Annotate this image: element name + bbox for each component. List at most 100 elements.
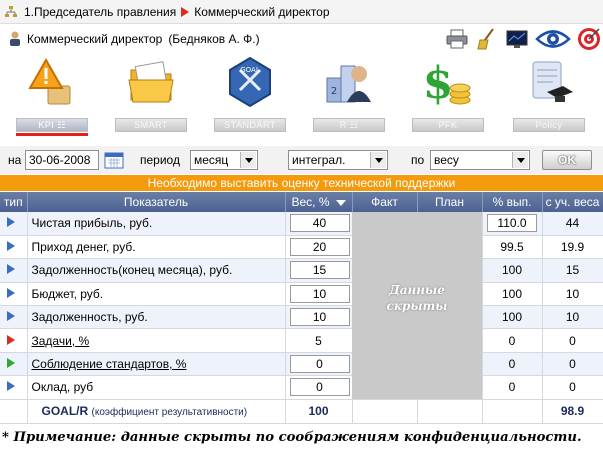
- diploma-icon: [532, 61, 573, 102]
- col-fact: Факт: [352, 192, 418, 212]
- table-row: Оклад, руб 0 0 0: [0, 375, 603, 400]
- goal-badge-icon: GOAL: [229, 56, 271, 108]
- breadcrumb-level2[interactable]: Коммерческий директор: [194, 5, 329, 19]
- row-link-tasks[interactable]: Задачи, %: [32, 334, 90, 348]
- filter-row: на 30-06-2008 период месяц интеграл. по …: [0, 146, 603, 174]
- clear-button[interactable]: [475, 27, 499, 51]
- blue-marker-icon: [7, 264, 15, 275]
- row-name: Чистая прибыль, руб.: [27, 212, 286, 236]
- target-button[interactable]: [577, 27, 601, 51]
- row-name: Бюджет, руб.: [27, 282, 286, 307]
- hidden-data-label: Данные скрыты: [386, 283, 448, 313]
- row-name: Задолженность(конец месяца), руб.: [27, 258, 286, 283]
- dollar-coins-icon: $: [424, 58, 471, 108]
- pct-input[interactable]: 110.0: [487, 214, 537, 233]
- module-smart[interactable]: SMART: [115, 56, 187, 136]
- mode-select-value: интеграл.: [292, 153, 346, 167]
- period-select[interactable]: месяц: [190, 150, 258, 170]
- weighted-value: 44: [542, 212, 603, 236]
- table-row: Задачи, % 5 0 0: [0, 328, 603, 353]
- pct-value: 0: [482, 375, 543, 400]
- total-weighted: 98.9: [542, 398, 603, 424]
- blue-marker-icon: [7, 381, 15, 392]
- col-weight-label: Вес, %: [291, 195, 330, 209]
- ok-button[interactable]: OK: [542, 150, 592, 170]
- weight-input[interactable]: 10: [289, 308, 350, 327]
- folders-icon: [128, 61, 174, 103]
- table-row: Бюджет, руб. 10 100 10: [0, 282, 603, 307]
- table-row: Приход денег, руб. 20 99.5 19.9: [0, 235, 603, 260]
- print-button[interactable]: [445, 27, 469, 51]
- pct-value: 100: [482, 305, 543, 330]
- module-bar: KPI ☷ SMART GOAL STANDART 2 R ☷ $ PFK Po…: [0, 56, 603, 136]
- footnote: * Примечание: данные скрыты по соображен…: [2, 430, 582, 445]
- hidden-data-overlay: Данные скрыты: [352, 212, 482, 399]
- weighted-value: 10: [542, 282, 603, 307]
- col-indicator: Показатель: [27, 192, 286, 212]
- alert-banner: Необходимо выставить оценку технической …: [0, 175, 603, 191]
- total-weight: 100: [285, 398, 353, 424]
- module-kpi[interactable]: KPI ☷: [16, 56, 88, 136]
- row-name: Оклад, руб: [27, 375, 286, 400]
- table-row: Задолженность(конец месяца), руб. 15 100…: [0, 258, 603, 283]
- monitor-icon: [506, 30, 528, 48]
- weight-input[interactable]: 20: [289, 238, 350, 257]
- svg-text:2: 2: [331, 86, 337, 97]
- blue-marker-icon: [7, 311, 15, 322]
- table-row: Чистая прибыль, руб. 40 110.0 44: [0, 212, 603, 236]
- blue-marker-icon: [7, 241, 15, 252]
- weight-input[interactable]: 0: [289, 355, 350, 374]
- date-input[interactable]: 30-06-2008: [25, 150, 99, 170]
- weighted-value: 15: [542, 258, 603, 283]
- row-name: Приход денег, руб.: [27, 235, 286, 260]
- kpi-table: тип Показатель Вес, % Факт План % вып. с…: [0, 192, 603, 424]
- kpi-warning-icon: [28, 57, 71, 105]
- pct-value: 100: [482, 282, 543, 307]
- view-button[interactable]: [535, 27, 571, 51]
- target-icon: [578, 28, 600, 50]
- svg-text:GOAL: GOAL: [240, 66, 260, 74]
- weight-input[interactable]: 10: [289, 284, 350, 303]
- total-row: GOAL/R (коэффициент результативности) 10…: [0, 398, 603, 424]
- org-chart-icon: [5, 5, 17, 17]
- col-weight[interactable]: Вес, %: [285, 192, 353, 212]
- green-marker-icon: [7, 358, 15, 369]
- total-label: GOAL/R: [41, 404, 89, 419]
- weight-value: 5: [285, 328, 353, 353]
- weight-input[interactable]: 15: [289, 261, 350, 280]
- weight-input[interactable]: 0: [289, 378, 350, 397]
- by-select-value: весу: [434, 153, 459, 167]
- pct-value: 99.5: [482, 235, 543, 260]
- calendar-icon[interactable]: [104, 151, 124, 169]
- module-smart-label: SMART: [115, 118, 187, 132]
- module-standart[interactable]: GOAL STANDART: [214, 56, 286, 136]
- row-name: Задолженность, руб.: [27, 305, 286, 330]
- breadcrumb-level1[interactable]: 1.Председатель правления: [24, 5, 176, 19]
- page-title: Коммерческий директор: [27, 32, 163, 46]
- mode-select[interactable]: интеграл.: [288, 150, 388, 170]
- weight-input[interactable]: 40: [289, 214, 350, 233]
- module-r[interactable]: 2 R ☷: [313, 56, 385, 136]
- weighted-value: 0: [542, 328, 603, 353]
- red-marker-icon: [7, 334, 15, 345]
- module-pfk-label: PFK: [412, 118, 484, 132]
- by-label: по: [411, 153, 425, 167]
- row-link-standards[interactable]: Соблюдение стандартов, %: [32, 357, 187, 371]
- table-header-row: тип Показатель Вес, % Факт План % вып. с…: [0, 192, 603, 212]
- eye-icon: [535, 30, 571, 48]
- module-pfk[interactable]: $ PFK: [412, 56, 484, 136]
- weighted-value: 0: [542, 352, 603, 377]
- module-policy[interactable]: Policy: [513, 56, 585, 136]
- person-rating-icon: 2: [326, 65, 371, 103]
- svg-text:$: $: [424, 58, 453, 108]
- date-label: на: [8, 153, 22, 167]
- blue-marker-icon: [7, 217, 15, 228]
- chevron-down-icon: [240, 152, 256, 168]
- sort-down-icon: [335, 199, 346, 206]
- toolbar: [445, 24, 603, 54]
- module-policy-label: Policy: [513, 118, 585, 132]
- col-weighted: с уч. веса: [542, 192, 603, 212]
- screen-button[interactable]: [505, 27, 529, 51]
- blue-marker-icon: [7, 287, 15, 298]
- by-select[interactable]: весу: [430, 150, 530, 170]
